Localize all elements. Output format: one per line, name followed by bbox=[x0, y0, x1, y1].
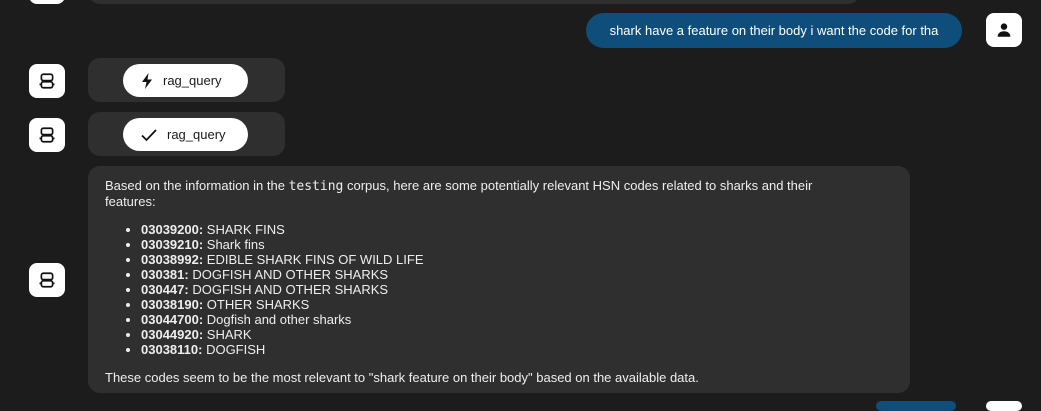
hsn-description: Dogfish and other sharks bbox=[203, 312, 352, 327]
previous-message-bubble bbox=[88, 0, 860, 4]
robot-icon bbox=[39, 73, 55, 89]
tool-call-label: rag_query bbox=[167, 127, 226, 142]
hsn-description: DOGFISH AND OTHER SHARKS bbox=[188, 282, 389, 297]
person-icon bbox=[997, 23, 1011, 37]
hsn-code: 03044700: bbox=[141, 312, 204, 327]
list-item: 030381: DOGFISH AND OTHER SHARKS bbox=[141, 267, 850, 282]
hsn-description: Shark fins bbox=[203, 237, 265, 252]
assistant-intro: Based on the information in the testing … bbox=[105, 178, 850, 209]
hsn-code: 03039210: bbox=[141, 237, 204, 252]
checkmark-icon bbox=[141, 128, 157, 141]
hsn-description: SHARK bbox=[203, 327, 252, 342]
previous-message-avatar bbox=[29, 0, 65, 4]
list-item: 03044920: SHARK bbox=[141, 327, 850, 342]
tool-call-pill[interactable]: rag_query bbox=[123, 118, 248, 151]
robot-icon bbox=[39, 272, 55, 288]
hsn-code: 03039200: bbox=[141, 222, 204, 237]
user-message-text: shark have a feature on their body i wan… bbox=[609, 23, 939, 38]
hsn-code: 03038992: bbox=[141, 252, 204, 267]
assistant-avatar bbox=[29, 263, 65, 297]
assistant-avatar bbox=[29, 118, 65, 152]
lightning-icon bbox=[142, 72, 152, 89]
assistant-closing: These codes seem to be the most relevant… bbox=[105, 370, 699, 385]
list-item: 03038992: EDIBLE SHARK FINS OF WILD LIFE bbox=[141, 252, 850, 267]
tool-call-card: rag_query bbox=[88, 112, 285, 156]
next-user-message-bubble bbox=[876, 401, 956, 411]
hsn-code: 03044920: bbox=[141, 327, 204, 342]
user-message-bubble: shark have a feature on their body i wan… bbox=[586, 13, 962, 48]
hsn-description: SHARK FINS bbox=[203, 222, 285, 237]
tool-call-label: rag_query bbox=[163, 73, 222, 88]
hsn-code: 03038190: bbox=[141, 297, 204, 312]
tool-call-card: rag_query bbox=[88, 58, 285, 102]
next-user-avatar bbox=[986, 401, 1022, 411]
robot-icon bbox=[39, 127, 55, 143]
list-item: 03044700: Dogfish and other sharks bbox=[141, 312, 850, 327]
assistant-avatar bbox=[29, 64, 65, 98]
list-item: 03039210: Shark fins bbox=[141, 237, 850, 252]
list-item: 03038190: OTHER SHARKS bbox=[141, 297, 850, 312]
hsn-code-list: 03039200: SHARK FINS 03039210: Shark fin… bbox=[105, 222, 850, 357]
assistant-message-bubble: Based on the information in the testing … bbox=[88, 166, 910, 393]
hsn-description: EDIBLE SHARK FINS OF WILD LIFE bbox=[203, 252, 424, 267]
list-item: 03039200: SHARK FINS bbox=[141, 222, 850, 237]
hsn-description: DOGFISH AND OTHER SHARKS bbox=[188, 267, 389, 282]
user-avatar bbox=[986, 13, 1022, 47]
hsn-code: 03038110: bbox=[141, 342, 203, 357]
corpus-name: testing bbox=[288, 179, 344, 194]
hsn-description: DOGFISH bbox=[202, 342, 266, 357]
hsn-description: OTHER SHARKS bbox=[203, 297, 310, 312]
hsn-code: 030381: bbox=[141, 267, 189, 282]
tool-call-pill[interactable]: rag_query bbox=[123, 64, 248, 97]
list-item: 030447: DOGFISH AND OTHER SHARKS bbox=[141, 282, 850, 297]
list-item: 03038110: DOGFISH bbox=[141, 342, 850, 357]
intro-text-before: Based on the information in the bbox=[105, 178, 289, 193]
hsn-code: 030447: bbox=[141, 282, 189, 297]
